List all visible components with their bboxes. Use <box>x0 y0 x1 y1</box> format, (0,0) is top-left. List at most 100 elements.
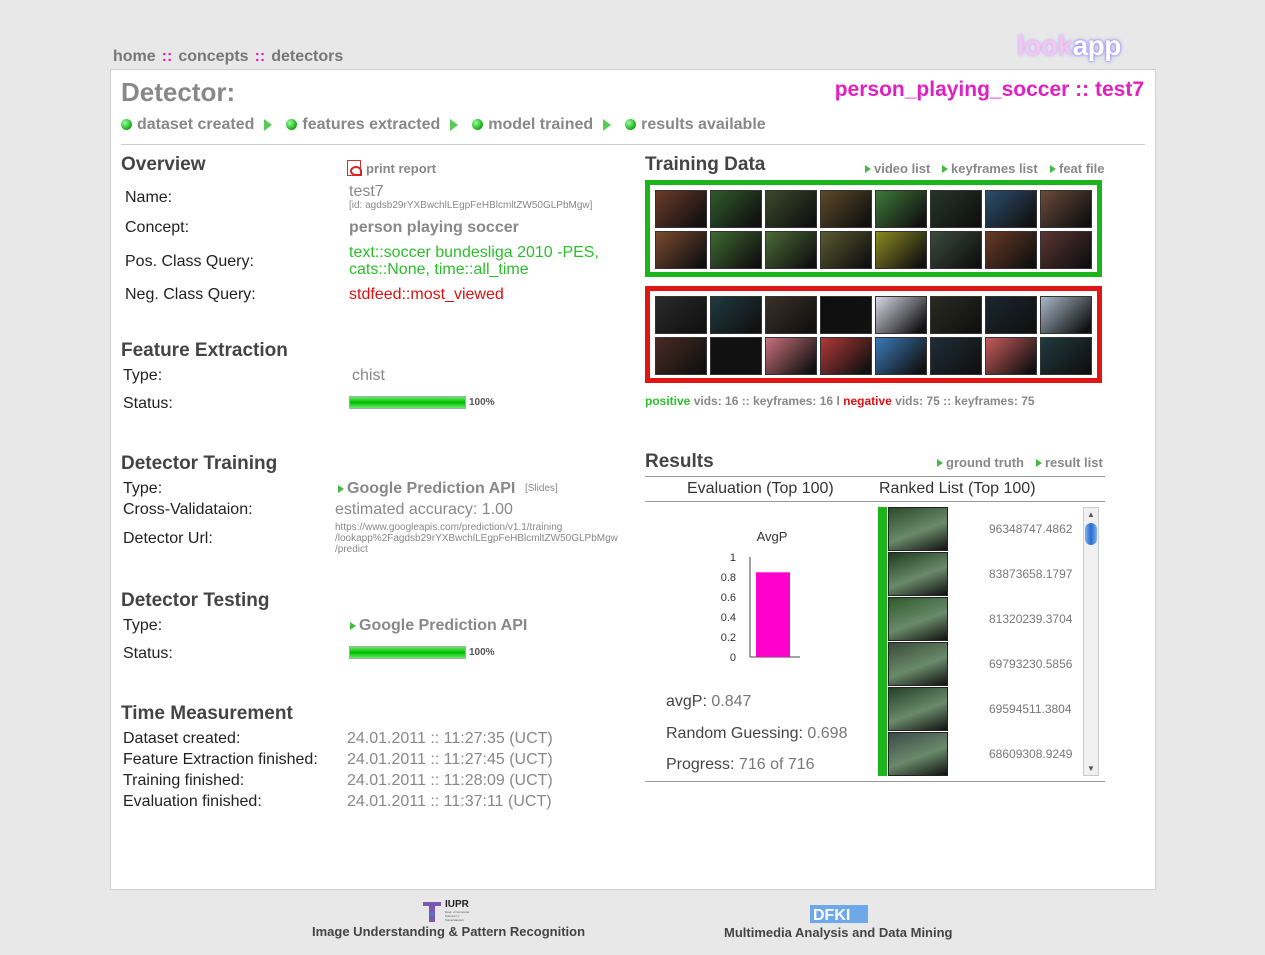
scrollbar[interactable]: ▲ ▼ <box>1083 507 1099 776</box>
negative-keyframe-thumb[interactable] <box>655 296 707 334</box>
pos-query-label: Pos. Class Query: <box>125 253 254 270</box>
neg-query-label: Neg. Class Query: <box>125 286 256 303</box>
step-results-available: results available <box>625 116 766 134</box>
negative-keyframe-thumb[interactable] <box>930 337 982 375</box>
negative-keyframe-thumb[interactable] <box>820 296 872 334</box>
y-tick-label: 0 <box>730 652 736 664</box>
positive-keyframe-thumb[interactable] <box>765 231 817 269</box>
positive-keyframe-thumb[interactable] <box>710 231 762 269</box>
avgp-bar <box>756 572 790 657</box>
positive-keyframe-thumb[interactable] <box>710 190 762 228</box>
positive-keyframe-thumb[interactable] <box>930 190 982 228</box>
negative-keyframe-thumb[interactable] <box>930 296 982 334</box>
positive-keyframe-thumb[interactable] <box>985 190 1037 228</box>
ranked-list-item[interactable]: 69793230.5856 <box>887 642 1082 687</box>
video-list-link[interactable]: video list <box>865 161 930 176</box>
ranked-list-item[interactable]: 83873658.1797 <box>887 552 1082 597</box>
feat-file-link[interactable]: feat file <box>1050 161 1105 176</box>
positive-keyframe-thumb[interactable] <box>765 190 817 228</box>
negative-keyframe-thumb[interactable] <box>875 296 927 334</box>
result-keyframe-thumb[interactable] <box>888 732 948 776</box>
name-label: Name: <box>125 189 173 206</box>
neg-query-value: stdfeed::most_viewed <box>349 286 504 303</box>
pos-query-value-line1: text::soccer bundesliga 2010 -PES, <box>349 244 599 261</box>
time-label: Evaluation finished: <box>123 793 262 810</box>
lookapp-logo[interactable]: lookapp <box>1017 30 1121 62</box>
results-divider <box>645 476 1105 477</box>
result-keyframe-thumb[interactable] <box>888 642 948 686</box>
detector-url-line1[interactable]: https://www.googleapis.com/prediction/v1… <box>335 522 562 533</box>
negative-keyframe-thumb[interactable] <box>710 296 762 334</box>
ground-truth-link[interactable]: ground truth <box>937 455 1024 470</box>
arrow-right-icon <box>865 165 871 173</box>
positive-keyframe-thumb[interactable] <box>655 231 707 269</box>
result-score: 69793230.5856 <box>989 657 1073 671</box>
positive-keyframe-thumb[interactable] <box>1040 190 1092 228</box>
positive-keyframe-thumb[interactable] <box>655 190 707 228</box>
nav-separator: :: <box>254 48 266 65</box>
y-tick-label: 1 <box>730 552 736 564</box>
print-report-link[interactable]: print report <box>347 160 436 176</box>
ranked-list-item[interactable]: 81320239.3704 <box>887 597 1082 642</box>
negative-keyframe-thumb[interactable] <box>710 337 762 375</box>
nav-concepts-link[interactable]: concepts <box>178 48 248 65</box>
result-keyframe-thumb[interactable] <box>888 507 948 551</box>
negative-label: negative <box>843 394 892 408</box>
random-guessing-stat: Random Guessing: 0.698 <box>666 725 848 742</box>
ranked-list-header: Ranked List (Top 100) <box>879 480 1036 497</box>
positive-keyframe-thumb[interactable] <box>820 231 872 269</box>
dt-type-link[interactable]: Google Prediction API <box>338 480 515 498</box>
result-list-link[interactable]: result list <box>1036 455 1103 470</box>
scroll-up-icon[interactable]: ▲ <box>1087 510 1095 519</box>
negative-keyframe-thumb[interactable] <box>1040 337 1092 375</box>
positive-keyframe-thumb[interactable] <box>820 190 872 228</box>
fe-type-label: Type: <box>123 367 163 384</box>
iupr-logo-icon <box>423 902 441 922</box>
time-value: 24.01.2011 :: 11:27:45 (UCT) <box>347 751 553 768</box>
fe-progress-text: 100% <box>469 397 495 408</box>
positive-keyframes <box>645 180 1102 277</box>
negative-keyframe-thumb[interactable] <box>765 296 817 334</box>
keyframes-list-link[interactable]: keyframes list <box>942 161 1038 176</box>
scroll-thumb[interactable] <box>1085 523 1097 545</box>
step-model-trained: model trained <box>472 116 593 134</box>
positive-keyframe-thumb[interactable] <box>1040 231 1092 269</box>
nav-home-link[interactable]: home <box>113 48 156 65</box>
positive-keyframe-thumb[interactable] <box>875 231 927 269</box>
negative-keyframes <box>645 286 1102 383</box>
negative-keyframe-thumb[interactable] <box>765 337 817 375</box>
negative-keyframe-thumb[interactable] <box>1040 296 1092 334</box>
progress-stat: Progress: 716 of 716 <box>666 756 815 773</box>
detector-url-line3[interactable]: /predict <box>335 544 368 555</box>
negative-keyframe-thumb[interactable] <box>985 337 1037 375</box>
negative-keyframe-thumb[interactable] <box>820 337 872 375</box>
ranked-list-item[interactable]: 68609308.9249 <box>887 732 1082 776</box>
positive-keyframe-thumb[interactable] <box>875 190 927 228</box>
detector-url-line2[interactable]: /lookapp%2Fagdsb29rYXBwchlLEgpFeHBlcmltZ… <box>335 533 618 544</box>
dfki-logo[interactable]: DFKI <box>810 903 868 925</box>
arrow-right-icon <box>942 165 948 173</box>
negative-keyframe-thumb[interactable] <box>655 337 707 375</box>
positive-keyframe-thumb[interactable] <box>930 231 982 269</box>
negative-keyframe-thumb[interactable] <box>985 296 1037 334</box>
iupr-logo[interactable]: IUPR Dept. of Computer Science U. Kaiser… <box>421 899 477 925</box>
status-dot-icon <box>286 119 298 130</box>
ranked-list-item[interactable]: 96348747.4862 <box>887 507 1082 552</box>
y-tick-label: 0.6 <box>721 592 736 604</box>
status-steps: dataset created features extracted model… <box>121 116 766 134</box>
nav-detectors-link[interactable]: detectors <box>271 48 343 65</box>
y-tick-label: 0.4 <box>721 612 736 624</box>
result-keyframe-thumb[interactable] <box>888 552 948 596</box>
dte-type-link[interactable]: Google Prediction API <box>350 617 527 635</box>
svg-text:DFKI: DFKI <box>813 907 850 924</box>
result-keyframe-thumb[interactable] <box>888 687 948 731</box>
ranked-list[interactable]: 96348747.4862 83873658.1797 81320239.3704 6… <box>887 507 1082 776</box>
ranked-list-item[interactable]: 69594511.3804 <box>887 687 1082 732</box>
negative-keyframe-thumb[interactable] <box>875 337 927 375</box>
arrow-right-icon <box>450 119 459 131</box>
result-keyframe-thumb[interactable] <box>888 597 948 641</box>
training-stats: positive vids: 16 :: keyframes: 16 l neg… <box>645 394 1035 408</box>
slides-link[interactable]: [Slides] <box>525 483 558 494</box>
positive-keyframe-thumb[interactable] <box>985 231 1037 269</box>
scroll-down-icon[interactable]: ▼ <box>1087 764 1095 773</box>
